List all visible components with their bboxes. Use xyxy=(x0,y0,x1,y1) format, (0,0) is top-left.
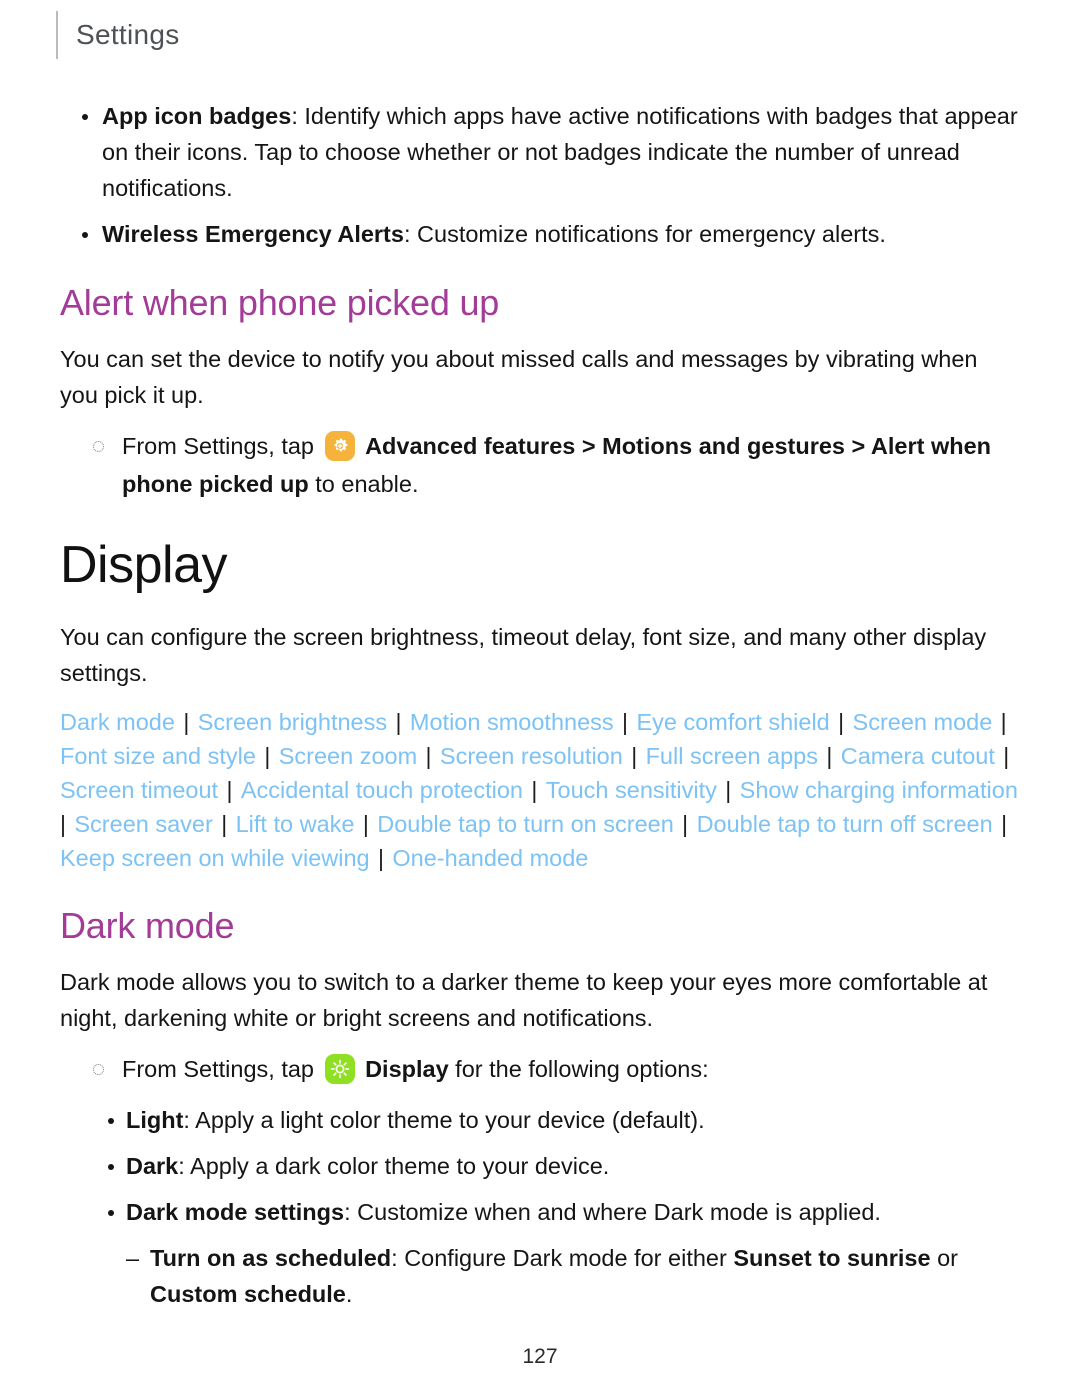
step-path-text: Display xyxy=(365,1055,449,1082)
suboption-bold-b: Sunset to sunrise xyxy=(733,1244,931,1271)
step-tail-text: for the following options: xyxy=(448,1055,709,1082)
related-topic-link[interactable]: Lift to wake xyxy=(236,811,355,837)
list-item: Turn on as scheduled: Configure Dark mod… xyxy=(60,1240,1020,1312)
option-term: Light xyxy=(126,1106,184,1133)
link-separator: | xyxy=(214,810,234,837)
link-separator: | xyxy=(419,742,438,769)
dark-mode-suboptions-list: Turn on as scheduled: Configure Dark mod… xyxy=(60,1240,1020,1312)
link-separator: | xyxy=(257,742,277,769)
suboption-text-a: : Configure Dark mode for either xyxy=(391,1244,734,1271)
related-topic-link[interactable]: Screen zoom xyxy=(279,743,417,769)
link-separator: | xyxy=(994,810,1008,837)
bullet-term: App icon badges xyxy=(102,103,292,129)
link-separator: | xyxy=(356,810,376,837)
bullet-text: : Customize notifications for emergency … xyxy=(403,221,886,247)
list-item: Light: Apply a light color theme to your… xyxy=(60,1102,1020,1138)
related-topic-link[interactable]: Dark mode xyxy=(60,709,175,735)
page-header: Settings xyxy=(56,10,180,60)
link-separator: | xyxy=(718,776,738,803)
link-separator: | xyxy=(624,742,644,769)
list-item: App icon badges: Identify which apps hav… xyxy=(60,98,1020,206)
display-section-paragraph: You can configure the screen brightness,… xyxy=(60,623,987,686)
related-topic-link[interactable]: Full screen apps xyxy=(646,743,818,769)
related-topic-link[interactable]: Screen saver xyxy=(74,811,212,837)
alert-section-paragraph: You can set the device to notify you abo… xyxy=(60,346,978,409)
bullet-term: Wireless Emergency Alerts xyxy=(102,221,404,247)
related-topic-link[interactable]: Accidental touch protection xyxy=(241,777,523,803)
related-topic-link[interactable]: Font size and style xyxy=(60,743,256,769)
header-divider xyxy=(56,11,58,59)
display-icon[interactable] xyxy=(324,1053,355,1084)
page-number: 127 xyxy=(522,1345,558,1368)
link-separator: | xyxy=(220,776,239,803)
alert-step-list: From Settings, tap Advanced features > M… xyxy=(60,427,1020,503)
related-topic-link[interactable]: Camera cutout xyxy=(841,743,995,769)
step-lead-text: From Settings, tap xyxy=(122,433,314,460)
suboption-text-c: or xyxy=(930,1244,958,1271)
suboption-bold-d: Custom schedule xyxy=(150,1280,346,1307)
related-topic-link[interactable]: Screen mode xyxy=(853,709,993,735)
related-topic-link[interactable]: One-handed mode xyxy=(392,845,588,871)
advanced-features-icon[interactable] xyxy=(324,431,355,462)
document-content: App icon badges: Identify which apps hav… xyxy=(60,98,1020,1320)
link-separator: | xyxy=(389,708,408,735)
dark-mode-paragraph: Dark mode allows you to switch to a dark… xyxy=(60,968,988,1031)
page-title: Settings xyxy=(76,19,180,50)
related-topics-links: Dark mode | Screen brightness | Motion s… xyxy=(60,705,1020,875)
related-topic-link[interactable]: Screen resolution xyxy=(440,743,623,769)
step-lead-text: From Settings, tap xyxy=(122,1055,314,1082)
option-term: Dark xyxy=(126,1152,179,1179)
list-item: Dark: Apply a dark color theme to your d… xyxy=(60,1148,1020,1184)
section-heading-alert-when-phone-picked-up: Alert when phone picked up xyxy=(60,282,500,323)
link-separator: | xyxy=(994,708,1007,735)
intro-bullet-list: App icon badges: Identify which apps hav… xyxy=(60,98,1020,252)
related-topic-link[interactable]: Screen brightness xyxy=(198,709,387,735)
dark-mode-options-list: Light: Apply a light color theme to your… xyxy=(60,1102,1020,1230)
step-tail-text: to enable. xyxy=(308,471,419,498)
option-text: : Apply a dark color theme to your devic… xyxy=(178,1152,610,1179)
section-heading-dark-mode: Dark mode xyxy=(60,904,235,946)
list-item: Dark mode settings: Customize when and w… xyxy=(60,1194,1020,1230)
related-topic-link[interactable]: Touch sensitivity xyxy=(546,777,717,803)
related-topic-link[interactable]: Eye comfort shield xyxy=(636,709,829,735)
related-topic-link[interactable]: Screen timeout xyxy=(60,777,218,803)
related-topic-link[interactable]: Double tap to turn on screen xyxy=(377,811,674,837)
related-topic-link[interactable]: Keep screen on while viewing xyxy=(60,845,370,871)
link-separator: | xyxy=(996,742,1010,769)
link-separator: | xyxy=(820,742,839,769)
list-item: From Settings, tap Display for the follo… xyxy=(60,1050,1020,1088)
link-separator: | xyxy=(371,844,391,871)
section-heading-display: Display xyxy=(60,536,228,595)
related-topic-link[interactable]: Show charging information xyxy=(740,777,1018,803)
list-item: From Settings, tap Advanced features > M… xyxy=(60,427,1020,503)
link-separator: | xyxy=(675,810,695,837)
link-separator: | xyxy=(831,708,851,735)
suboption-text-e: . xyxy=(345,1280,353,1307)
link-separator: | xyxy=(176,708,196,735)
option-text: : Customize when and where Dark mode is … xyxy=(344,1198,881,1225)
link-separator: | xyxy=(525,776,544,803)
option-text: : Apply a light color theme to your devi… xyxy=(183,1106,705,1133)
related-topic-link[interactable]: Double tap to turn off screen xyxy=(697,811,993,837)
suboption-term: Turn on as scheduled xyxy=(150,1244,392,1271)
list-item: Wireless Emergency Alerts: Customize not… xyxy=(60,216,1020,252)
link-separator: | xyxy=(615,708,635,735)
option-term: Dark mode settings xyxy=(126,1198,345,1225)
related-topic-link[interactable]: Motion smoothness xyxy=(410,709,614,735)
dark-mode-step-list: From Settings, tap Display for the follo… xyxy=(60,1050,1020,1088)
